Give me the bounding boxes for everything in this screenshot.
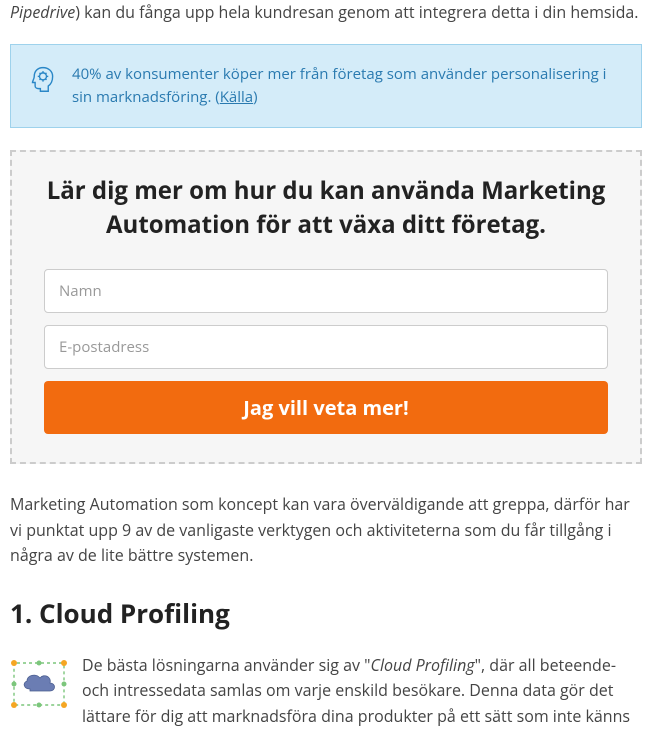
section-heading: 1. Cloud Profiling xyxy=(10,593,642,635)
form-heading: Lär dig mer om hur du kan använda Market… xyxy=(44,174,608,241)
section-row: De bästa lösningarna använder sig av "Cl… xyxy=(10,653,642,730)
head-gear-icon xyxy=(29,65,57,93)
intro-paragraph: Pipedrive) kan du fånga upp hela kundres… xyxy=(10,0,642,26)
submit-button[interactable]: Jag vill veta mer! xyxy=(44,381,608,434)
middle-paragraph: Marketing Automation som koncept kan var… xyxy=(10,492,642,569)
intro-italic: Pipedrive xyxy=(10,1,75,23)
intro-rest: ) kan du fånga upp hela kundresan genom … xyxy=(75,1,638,23)
email-input[interactable] xyxy=(44,325,608,369)
section-text-before: De bästa lösningarna använder sig av " xyxy=(82,654,371,676)
signup-form: Lär dig mer om hur du kan använda Market… xyxy=(10,150,642,464)
section-paragraph: De bästa lösningarna använder sig av "Cl… xyxy=(82,653,642,730)
cloud-profiling-icon xyxy=(10,659,68,709)
callout-source-link[interactable]: Källa xyxy=(220,87,253,107)
callout-text-after: ) xyxy=(253,87,257,107)
callout-text-before: 40% av konsumenter köper mer från företa… xyxy=(72,64,606,107)
callout-box: 40% av konsumenter köper mer från företa… xyxy=(10,44,642,129)
name-input[interactable] xyxy=(44,269,608,313)
callout-text: 40% av konsumenter köper mer från företa… xyxy=(72,63,623,110)
section-italic-term: Cloud Profiling xyxy=(371,654,475,676)
